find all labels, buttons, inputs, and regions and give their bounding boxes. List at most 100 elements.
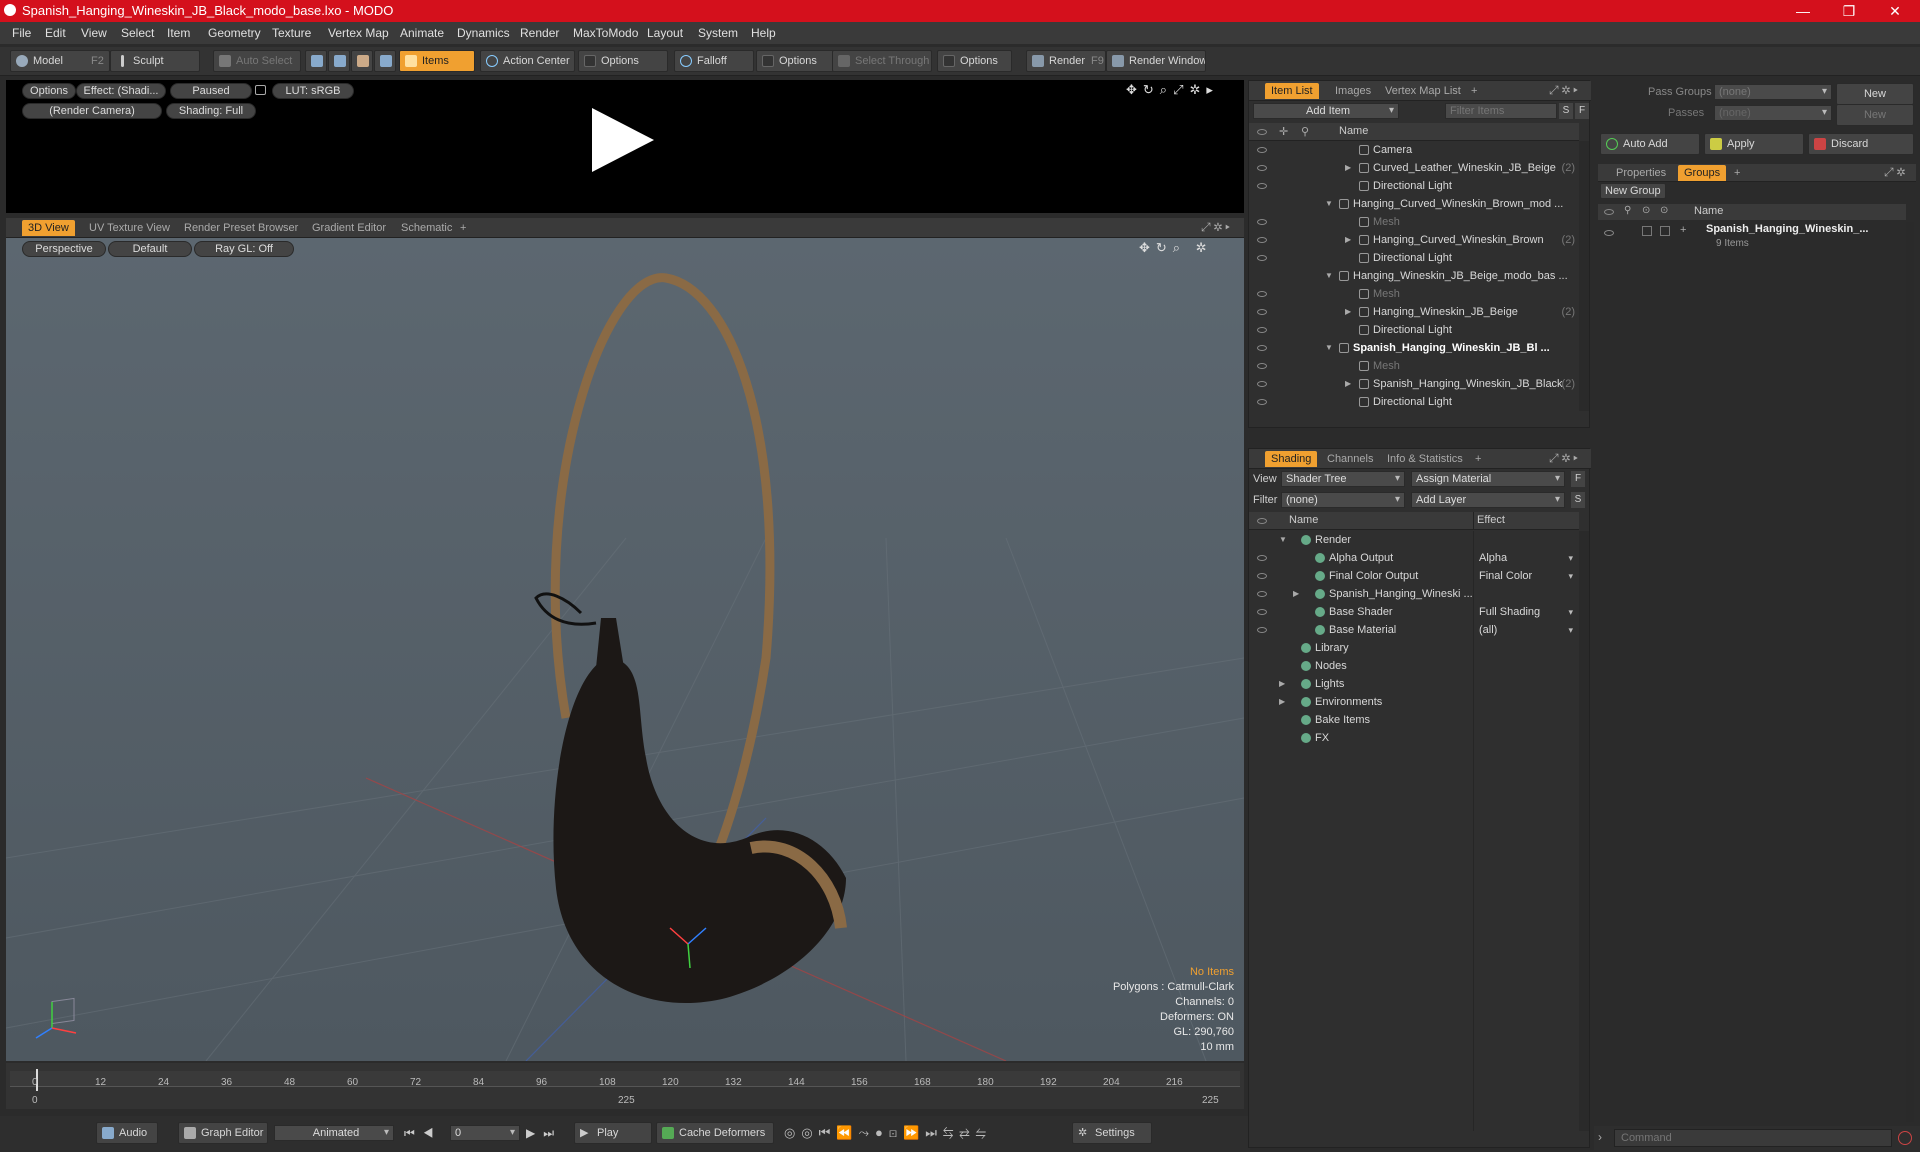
- cache-deformers-button[interactable]: Cache Deformers: [656, 1122, 774, 1144]
- item-list-row[interactable]: ▶ Spanish_Hanging_Wineskin_JB_Black (2): [1249, 375, 1579, 393]
- shading-panel-controls[interactable]: ⤢✲▸: [1549, 451, 1581, 466]
- tab-shading[interactable]: Shading: [1265, 451, 1318, 467]
- audio-button[interactable]: Audio: [96, 1122, 158, 1144]
- new-pass-group-button[interactable]: New: [1836, 83, 1914, 105]
- item-list-row[interactable]: Directional Light: [1249, 249, 1579, 267]
- menu-dynamics[interactable]: Dynamics: [457, 26, 510, 40]
- menu-view[interactable]: View: [81, 26, 107, 40]
- visibility-eye-icon[interactable]: [1257, 399, 1267, 405]
- menu-geometry[interactable]: Geometry: [208, 26, 261, 40]
- select-materials-button[interactable]: [374, 50, 396, 72]
- maximize-button[interactable]: ❐: [1826, 0, 1872, 22]
- shader-tree-row[interactable]: Nodes: [1249, 657, 1579, 675]
- menu-vertex-map[interactable]: Vertex Map: [328, 26, 389, 40]
- ray-gl-toggle[interactable]: Ray GL: Off: [194, 241, 294, 257]
- render-button[interactable]: Render F9: [1026, 50, 1106, 72]
- play-button[interactable]: ▶ Play: [574, 1122, 652, 1144]
- tab-item-list[interactable]: Item List: [1265, 83, 1319, 99]
- assign-material-dropdown[interactable]: Assign Material: [1411, 471, 1565, 487]
- tab-schematic[interactable]: Schematic: [395, 220, 458, 236]
- menu-animate[interactable]: Animate: [400, 26, 444, 40]
- visibility-column-icon[interactable]: [1257, 518, 1267, 524]
- collapse-arrow-icon[interactable]: ▼: [1325, 195, 1333, 213]
- menu-file[interactable]: File: [12, 26, 31, 40]
- item-list-row[interactable]: Mesh: [1249, 357, 1579, 375]
- shader-tree-row[interactable]: Alpha Output Alpha ▾: [1249, 549, 1579, 567]
- 3d-viewport[interactable]: Perspective Default Ray GL: Off ✥↻⌕ ✲ No…: [6, 238, 1244, 1061]
- settings-button[interactable]: ✲ Settings: [1072, 1122, 1152, 1144]
- item-list-row[interactable]: Directional Light: [1249, 177, 1579, 195]
- groups-panel-controls[interactable]: ⤢✲: [1884, 165, 1908, 180]
- visibility-eye-icon[interactable]: [1257, 183, 1267, 189]
- item-list-row[interactable]: ▶ Hanging_Curved_Wineskin_Brown (2): [1249, 231, 1579, 249]
- name-column-header[interactable]: Name: [1289, 514, 1318, 526]
- visibility-column-icon[interactable]: [1257, 129, 1267, 135]
- menu-layout[interactable]: Layout: [647, 26, 683, 40]
- passes-dropdown[interactable]: (none): [1714, 105, 1832, 121]
- menu-texture[interactable]: Texture: [272, 26, 311, 40]
- tab-gradient-editor[interactable]: Gradient Editor: [306, 220, 392, 236]
- shader-tree-row[interactable]: Base Shader Full Shading ▾: [1249, 603, 1579, 621]
- render-window-button[interactable]: Render Window: [1106, 50, 1206, 72]
- shader-effect-dropdown[interactable]: Alpha ▾: [1479, 549, 1575, 567]
- lock-column-icon[interactable]: ⊙: [1642, 205, 1650, 216]
- expand-arrow-icon[interactable]: ▶: [1345, 159, 1351, 177]
- menu-system[interactable]: System: [698, 26, 738, 40]
- animated-dropdown[interactable]: Animated: [274, 1125, 394, 1141]
- auto-select-button[interactable]: Auto Select: [213, 50, 301, 72]
- visibility-eye-icon[interactable]: [1257, 573, 1267, 579]
- menu-item[interactable]: Item: [167, 26, 190, 40]
- add-tab-button[interactable]: +: [1469, 451, 1487, 467]
- view-dropdown[interactable]: Shader Tree: [1281, 471, 1405, 487]
- menu-render[interactable]: Render: [520, 26, 559, 40]
- shader-tree-row[interactable]: Final Color Output Final Color ▾: [1249, 567, 1579, 585]
- render-column-icon[interactable]: ⚲: [1301, 125, 1309, 138]
- preview-effect-dropdown[interactable]: Effect: (Shadi...: [76, 83, 166, 99]
- tab-properties[interactable]: Properties: [1610, 165, 1672, 181]
- visibility-eye-icon[interactable]: [1257, 591, 1267, 597]
- expand-arrow-icon[interactable]: ▶: [1279, 675, 1285, 693]
- visibility-eye-icon[interactable]: [1257, 309, 1267, 315]
- expand-arrow-icon[interactable]: ▶: [1293, 585, 1299, 603]
- visibility-eye-icon[interactable]: [1257, 219, 1267, 225]
- tab-3d-view[interactable]: 3D View: [22, 220, 75, 236]
- shader-tree-row[interactable]: ▶ Environments: [1249, 693, 1579, 711]
- group-lock-checkbox[interactable]: [1642, 226, 1652, 236]
- preview-paused-toggle[interactable]: Paused: [170, 83, 252, 99]
- item-list-row[interactable]: ▼ Spanish_Hanging_Wineskin_JB_Bl ...: [1249, 339, 1579, 357]
- falloff-button[interactable]: Falloff: [674, 50, 754, 72]
- add-layer-dropdown[interactable]: Add Layer: [1411, 492, 1565, 508]
- action-center-options-button[interactable]: Options: [578, 50, 668, 72]
- visibility-eye-icon[interactable]: [1257, 237, 1267, 243]
- filter-items-input[interactable]: [1445, 103, 1557, 119]
- group-select-checkbox[interactable]: [1660, 226, 1670, 236]
- render-column-icon[interactable]: ⚲: [1624, 205, 1631, 216]
- expand-arrow-icon[interactable]: ▶: [1279, 693, 1285, 711]
- command-record-icon[interactable]: [1898, 1131, 1912, 1145]
- item-list-s-button[interactable]: S: [1559, 103, 1573, 119]
- action-center-button[interactable]: Action Center: [480, 50, 575, 72]
- item-list-f-button[interactable]: F: [1575, 103, 1589, 119]
- item-list-scrollbar[interactable]: [1579, 141, 1589, 411]
- shader-effect-dropdown[interactable]: Full Shading ▾: [1479, 603, 1575, 621]
- transport-forward-controls[interactable]: ▶⏭: [526, 1126, 562, 1141]
- menu-select[interactable]: Select: [121, 26, 154, 40]
- name-column-header[interactable]: Name: [1339, 125, 1368, 137]
- select-edges-button[interactable]: [328, 50, 350, 72]
- visibility-column-icon[interactable]: [1604, 209, 1614, 215]
- add-item-dropdown[interactable]: Add Item: [1253, 103, 1399, 119]
- key-tools-icons[interactable]: ◎◎⏮⏪⤳●⊡⏩⏭⇆⇄⇋: [784, 1125, 992, 1141]
- select-column-icon[interactable]: ⊙: [1660, 205, 1668, 216]
- shader-tree-row[interactable]: Library: [1249, 639, 1579, 657]
- tab-images[interactable]: Images: [1329, 83, 1377, 99]
- new-group-button[interactable]: New Group: [1600, 183, 1666, 199]
- auto-add-button[interactable]: Auto Add: [1600, 133, 1700, 155]
- command-expand-icon[interactable]: ›: [1598, 1130, 1602, 1144]
- close-button[interactable]: ✕: [1872, 0, 1918, 22]
- falloff-options-button[interactable]: Options: [756, 50, 836, 72]
- menu-edit[interactable]: Edit: [45, 26, 66, 40]
- lock-icon[interactable]: [255, 85, 266, 95]
- visibility-eye-icon[interactable]: [1257, 291, 1267, 297]
- visibility-eye-icon[interactable]: [1257, 627, 1267, 633]
- model-mode-button[interactable]: Model F2: [10, 50, 110, 72]
